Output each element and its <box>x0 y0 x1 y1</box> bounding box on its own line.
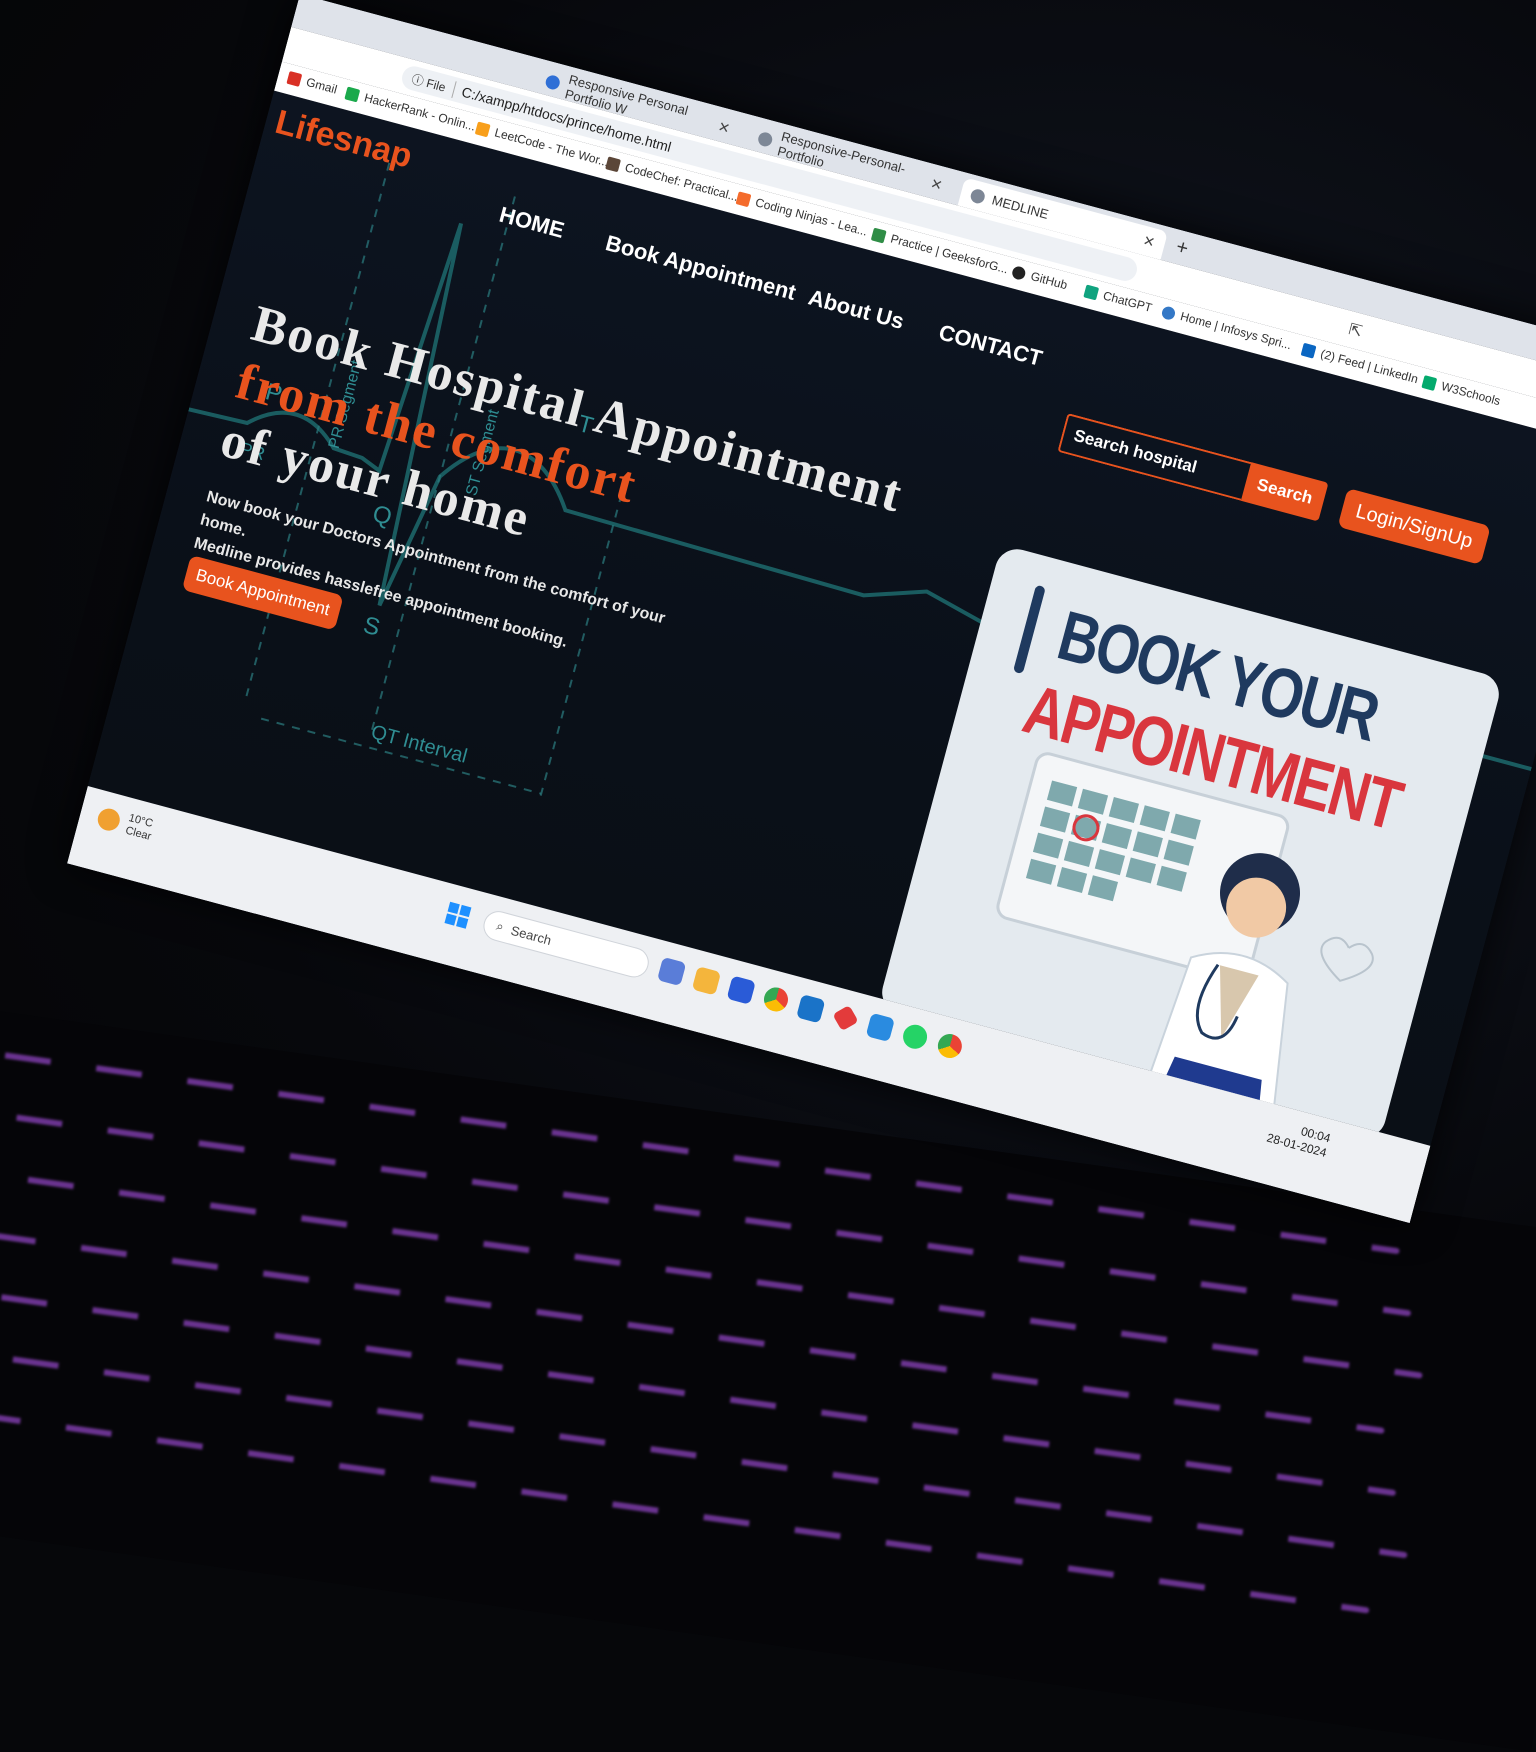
vscode-icon[interactable] <box>865 1012 896 1043</box>
system-clock[interactable]: 00:04 28-01-2024 <box>1265 1116 1332 1161</box>
close-tab-icon[interactable]: ✕ <box>1141 232 1156 251</box>
codingninjas-icon <box>735 190 752 207</box>
file-scheme-label: ⓘ File <box>409 69 457 98</box>
site-favicon-icon <box>544 73 562 91</box>
search-icon: ⌕ <box>494 917 506 935</box>
globe-icon <box>756 130 774 148</box>
chatgpt-icon <box>1083 284 1100 300</box>
leetcode-icon <box>474 120 491 137</box>
infosys-icon <box>1160 304 1177 321</box>
mail-icon[interactable] <box>796 994 826 1024</box>
taskbar-search-label: Search <box>509 922 554 948</box>
office-icon[interactable] <box>832 1004 859 1032</box>
whatsapp-icon[interactable] <box>900 1022 930 1052</box>
gmail-icon <box>286 70 303 87</box>
w3schools-icon <box>1421 374 1438 391</box>
mouse-cursor-icon: ⇱ <box>1346 321 1365 342</box>
close-tab-icon[interactable]: ✕ <box>929 175 944 194</box>
weather-widget[interactable]: 10°C Clear <box>95 804 156 844</box>
weather-icon <box>95 806 123 834</box>
ecg-label-s: S <box>360 612 382 642</box>
github-icon <box>1010 264 1027 281</box>
new-tab-icon[interactable]: + <box>1173 236 1191 261</box>
heart-icon <box>1320 936 1374 982</box>
store-icon[interactable] <box>726 975 756 1005</box>
bookmark-gmail[interactable]: Gmail <box>286 70 339 97</box>
geeksforgeeks-icon <box>870 227 887 243</box>
globe-icon <box>969 187 987 205</box>
file-explorer-icon[interactable] <box>691 966 722 996</box>
windows-start-icon[interactable] <box>444 901 472 929</box>
chrome-icon[interactable] <box>935 1031 965 1061</box>
meet-icon[interactable] <box>656 956 687 987</box>
codechef-icon <box>605 155 622 172</box>
chrome-icon[interactable] <box>761 984 791 1015</box>
hackerrank-icon <box>344 86 361 102</box>
linkedin-icon <box>1300 342 1317 359</box>
close-tab-icon[interactable]: ✕ <box>716 118 731 137</box>
pen-icon <box>1014 585 1045 674</box>
